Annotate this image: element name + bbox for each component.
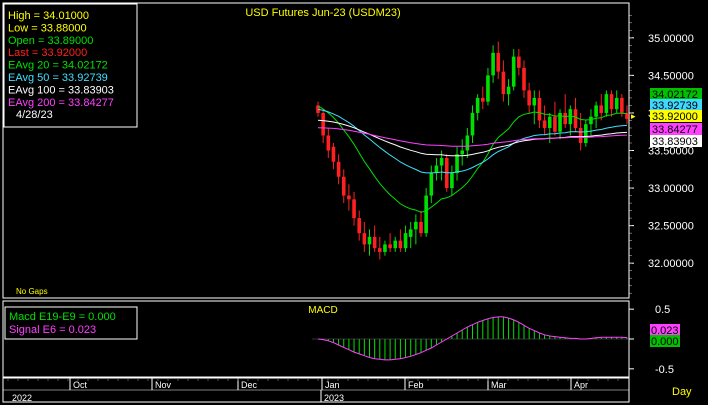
candle-body (439, 158, 444, 166)
futures-chart: 35.0000034.5000034.0000033.5000033.00000… (2, 2, 702, 403)
candle-body (419, 221, 423, 234)
candle-body (336, 161, 341, 177)
chart-title: USD Futures Jun-23 (USDM23) (245, 7, 400, 19)
macd-value-tag-label: 0.000 (651, 336, 679, 348)
candle-body (568, 109, 573, 125)
price-tick-label: 35.00000 (648, 33, 694, 45)
no-gaps-label: No Gaps (16, 287, 48, 296)
candle-body (589, 116, 593, 125)
year-label: 2023 (324, 393, 344, 403)
candle-body (398, 240, 403, 249)
candle-body (465, 135, 470, 151)
macd-legend-item: Signal E6 = 0.023 (9, 324, 96, 336)
macd-title: MACD (308, 305, 337, 316)
candle-body (321, 112, 325, 136)
price-value-tag-label: 33.92000 (652, 111, 698, 123)
candle-body (460, 150, 464, 155)
candle-body (578, 127, 583, 143)
month-label: Feb (408, 380, 424, 390)
price-legend-item: EAvg 50 = 33.92739 (8, 72, 108, 84)
price-value-tag-label: 33.83903 (652, 136, 698, 148)
candle-body (470, 112, 475, 136)
candle-body (511, 56, 516, 87)
candle-body (378, 248, 382, 252)
candle-body (522, 67, 526, 91)
month-label: Mar (491, 380, 507, 390)
year-label: 2022 (12, 393, 32, 403)
candle-body (506, 86, 511, 95)
price-tick-label: 34.50000 (648, 70, 694, 82)
candle-body (491, 52, 495, 76)
price-legend-item: High = 34.01000 (8, 10, 89, 22)
month-label: Dec (241, 380, 258, 390)
candle-body (542, 120, 547, 128)
candle-body (352, 199, 356, 219)
price-axis: 35.0000034.5000034.0000033.5000033.00000… (628, 3, 694, 298)
price-legend-item: Last = 33.92000 (8, 47, 87, 59)
macd-legend-item: Macd E19-E9 = 0.000 (9, 311, 116, 323)
candle-body (331, 146, 336, 162)
candle-body (475, 97, 480, 113)
candle-body (347, 195, 351, 200)
price-tick-label: 33.00000 (648, 183, 694, 195)
candle-body (362, 233, 367, 245)
candle-body (594, 105, 598, 117)
candle-body (527, 90, 531, 106)
candle-body (486, 75, 490, 102)
candle-body (341, 176, 346, 196)
candle-body (481, 97, 485, 102)
candle-body (573, 109, 578, 128)
candle-body (547, 116, 552, 128)
candle-body (614, 97, 619, 110)
candle-body (383, 244, 387, 252)
candle-body (501, 71, 506, 95)
macd-tick-label: 0.5 (655, 304, 670, 316)
price-value-tag-label: 33.84277 (652, 124, 698, 136)
macd-tick-label: -0.5 (655, 364, 674, 376)
candle-body (388, 244, 392, 249)
candle-body (393, 240, 398, 249)
candle-body (424, 195, 428, 234)
candle-body (429, 173, 434, 196)
last-price-arrow: ▸ (631, 111, 636, 121)
candle-body (434, 165, 439, 174)
candle-body (599, 105, 604, 113)
price-legend-item: EAvg 200 = 33.84277 (8, 97, 114, 109)
candle-body (620, 97, 624, 113)
candle-body (357, 218, 361, 234)
price-legend-item: EAvg 20 = 34.02172 (8, 60, 108, 72)
price-legend-item: 4/28/23 (16, 109, 53, 121)
candle-body (414, 221, 418, 230)
candle-body (455, 154, 459, 174)
candle-body (584, 124, 588, 143)
price-tick-label: 32.00000 (648, 258, 694, 270)
candle-body (367, 236, 372, 245)
candle-body (517, 56, 521, 68)
candle-body (604, 94, 609, 113)
candle-body (403, 233, 408, 249)
candle-body (609, 94, 614, 110)
month-label: Nov (155, 380, 172, 390)
time-unit-label: Day (672, 386, 692, 398)
price-legend-item: EAvg 100 = 33.83903 (8, 84, 114, 96)
candle-body (496, 52, 501, 72)
price-tick-label: 32.50000 (648, 221, 694, 233)
price-legend-item: Open = 33.89000 (8, 35, 93, 47)
candle-body (408, 229, 413, 237)
candle-body (553, 116, 557, 132)
month-label: Oct (73, 380, 88, 390)
candle-body (450, 173, 454, 189)
candle-body (372, 236, 377, 249)
candle-body (563, 112, 567, 125)
month-label: Jan (325, 380, 340, 390)
price-legend-item: Low = 33.88000 (8, 22, 87, 34)
candle-body (326, 135, 331, 151)
candle-body (532, 97, 537, 106)
candle-body (537, 97, 542, 121)
month-label: Apr (574, 380, 588, 390)
